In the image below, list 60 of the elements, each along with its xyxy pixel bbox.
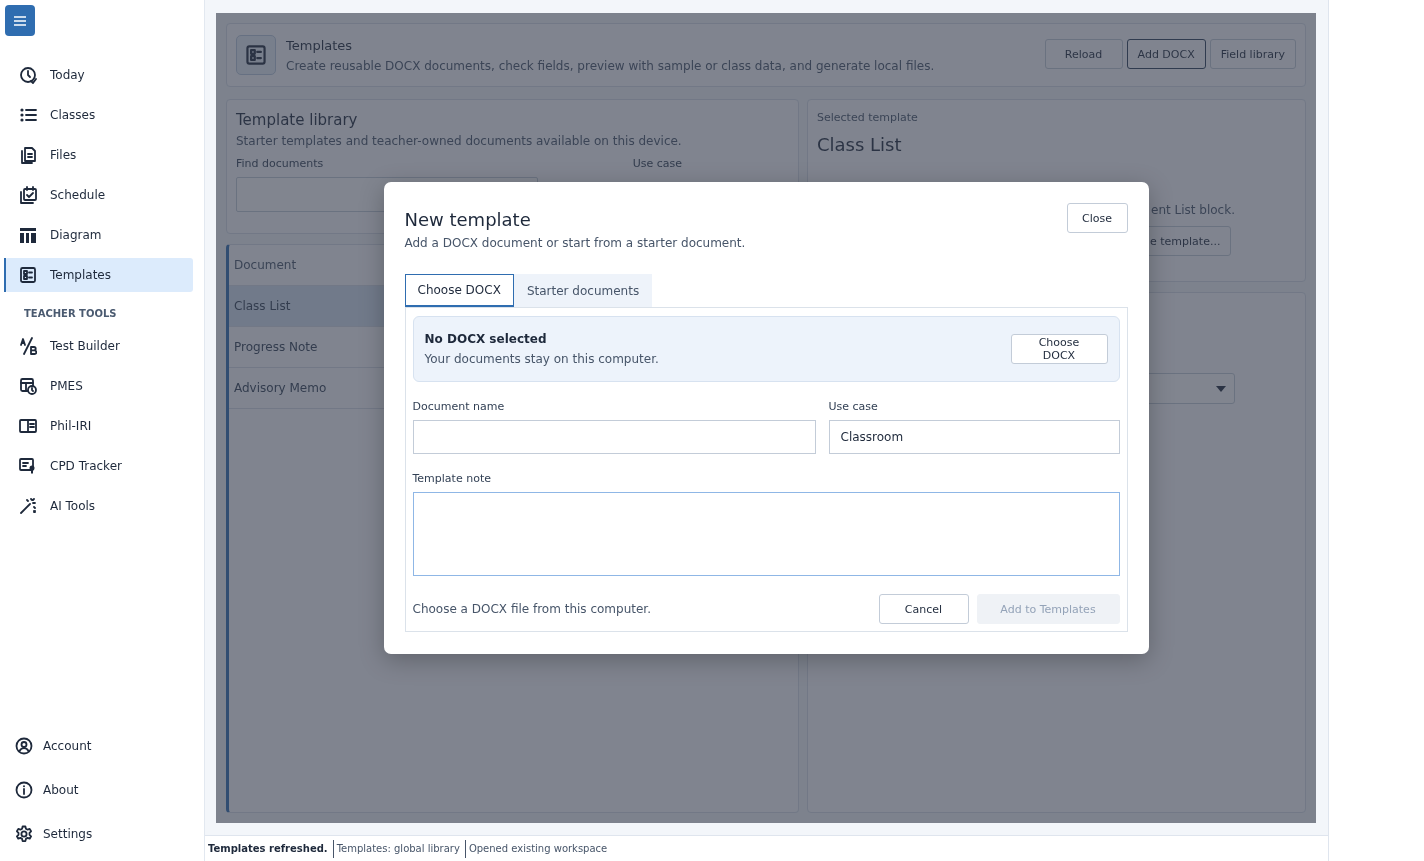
tab[interactable]: Starter documents <box>513 274 653 307</box>
field-label: Document name <box>412 400 506 413</box>
page-title: Templates <box>286 37 354 53</box>
ab-icon <box>19 337 37 355</box>
file-status: No DOCX selected <box>424 332 548 346</box>
nav-item[interactable]: AI Tools <box>5 489 193 523</box>
file-note: Your documents stay on this computer. <box>424 352 659 366</box>
menu-icon <box>13 14 27 27</box>
document-icon <box>19 146 37 164</box>
nav-item[interactable]: Test Builder <box>5 329 193 363</box>
field-label: Use case <box>828 400 879 413</box>
list-icon <box>19 106 37 124</box>
library-subtitle: Starter templates and teacher-owned documents available on this device. <box>236 134 683 148</box>
tab[interactable]: Choose DOCX <box>404 274 514 307</box>
user-circle-icon <box>15 737 33 755</box>
dialog-button[interactable]: Cancel <box>878 594 969 624</box>
nav-item[interactable]: Account <box>5 733 193 759</box>
status-text: Opened existing workspace <box>467 841 609 856</box>
template-note: ent List block. <box>1151 203 1236 217</box>
columns-icon <box>19 226 37 244</box>
nav-item[interactable]: CPD Tracker <box>5 449 193 483</box>
nav-item[interactable]: Files <box>5 138 193 172</box>
clock-icon <box>19 66 37 84</box>
nav-item[interactable]: PMES <box>5 369 193 403</box>
nav-item[interactable]: About <box>5 777 193 803</box>
section-heading: TEACHER TOOLS <box>24 308 118 319</box>
nav-item[interactable]: Diagram <box>5 218 193 252</box>
page-subtitle: Create reusable DOCX documents, check fields, preview with sample or class data, and generate local files. <box>286 58 936 73</box>
nav-item[interactable]: Today <box>5 58 193 92</box>
choose-docx-button[interactable]: Choose DOCX <box>1010 334 1108 364</box>
nav-item[interactable]: Settings <box>5 821 193 847</box>
template-icon <box>19 266 37 284</box>
magic-wand-icon <box>19 497 37 515</box>
text-area[interactable] <box>412 492 1120 576</box>
menu-button[interactable] <box>5 5 35 36</box>
dialog-title: New template <box>404 209 532 230</box>
nav-item[interactable]: Phil-IRI <box>5 409 193 443</box>
nav-item[interactable]: Schedule <box>5 178 193 212</box>
settings-icon <box>15 825 33 843</box>
input-field[interactable]: Classroom <box>828 420 1120 454</box>
input-field[interactable] <box>412 420 816 454</box>
status-text: Templates refreshed. <box>205 839 334 858</box>
field-label: Use case <box>632 157 682 170</box>
hint-text: Choose a DOCX file from this computer. <box>412 602 652 616</box>
card-caption: Selected template <box>817 111 919 124</box>
calendar-icon <box>19 186 37 204</box>
info-icon <box>15 781 33 799</box>
library-title: Template library <box>236 111 359 129</box>
template-icon <box>236 35 276 75</box>
nav-item[interactable]: Classes <box>5 98 193 132</box>
caret-icon <box>1216 385 1226 392</box>
close-button[interactable]: Close <box>1066 203 1128 233</box>
nav-item[interactable]: Templates <box>5 258 193 292</box>
template-title: Class List <box>817 134 903 155</box>
table-clock-icon <box>19 377 37 395</box>
certificate-icon <box>19 457 37 475</box>
field-label: Template note <box>412 472 492 485</box>
book-icon <box>19 417 37 435</box>
status-text: Templates: global library <box>333 839 466 858</box>
field-label: Find documents <box>236 157 324 170</box>
